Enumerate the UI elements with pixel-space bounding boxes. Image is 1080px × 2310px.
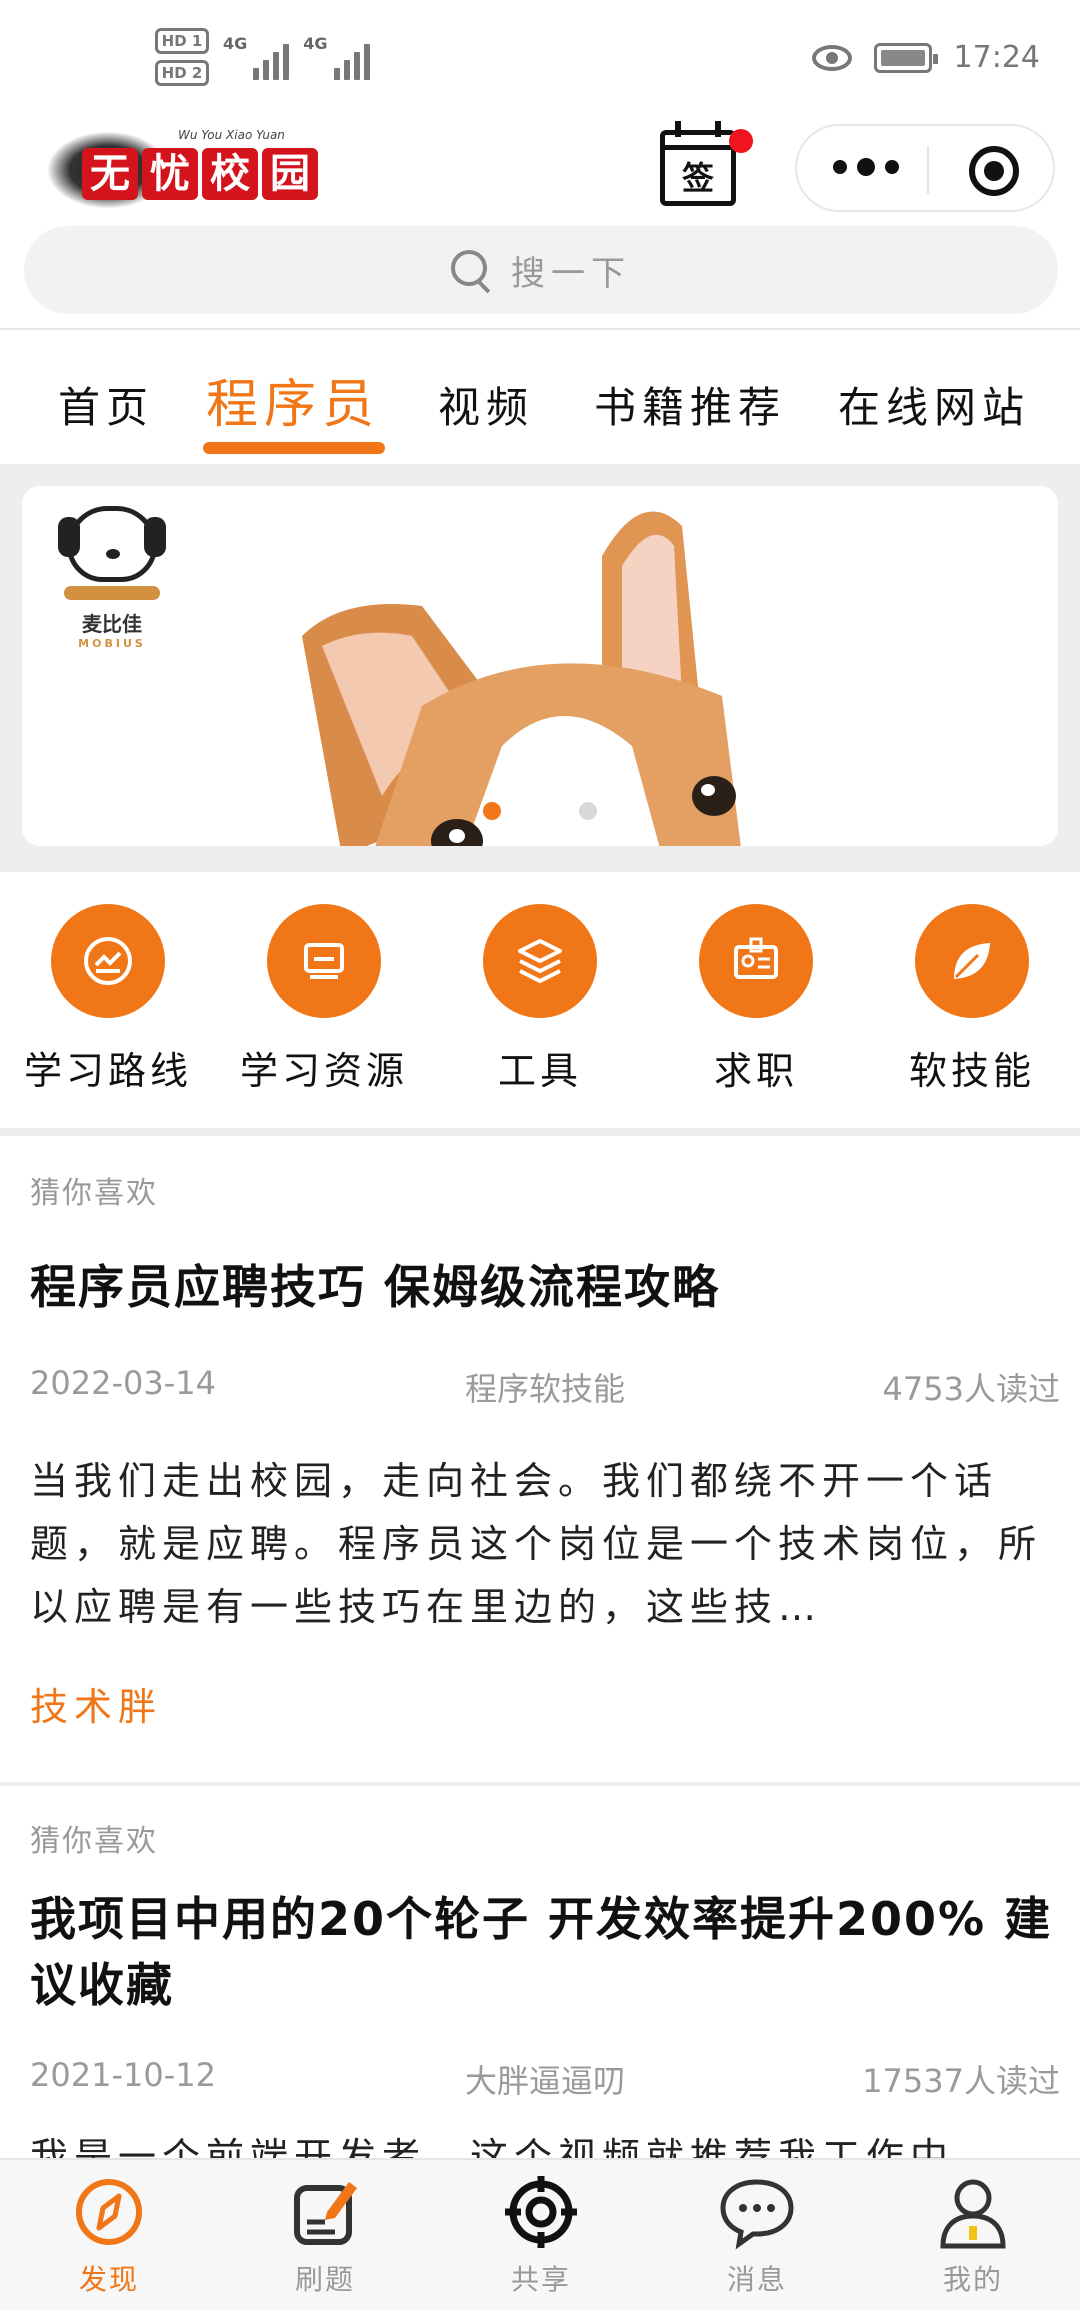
signal-icon: 4G <box>223 34 290 80</box>
eye-icon <box>811 44 852 71</box>
category-label: 软技能 <box>908 1049 1035 1093</box>
article-tag: 猜你喜欢 <box>30 1176 158 1211</box>
network-type-label: 4G <box>303 34 328 53</box>
category-resources[interactable]: 学习资源 <box>224 904 424 1095</box>
nav-practice[interactable]: 刷题 <box>250 2172 400 2298</box>
banner-section: 麦比佳 MOBIUS <box>0 464 1080 872</box>
chat-bubble-icon <box>717 2172 797 2252</box>
network-type-label: 4G <box>223 34 248 53</box>
carousel-indicators <box>22 802 1058 820</box>
carousel-dot[interactable] <box>579 802 597 820</box>
banner-carousel[interactable]: 麦比佳 MOBIUS <box>22 486 1058 846</box>
tab-video[interactable]: 视频 <box>438 374 534 435</box>
section-divider <box>0 1128 1080 1136</box>
sign-in-button[interactable]: 签 <box>660 121 753 206</box>
notification-dot <box>729 129 753 153</box>
bottom-navigation: 发现 刷题 共享 消息 我的 <box>0 2158 1080 2310</box>
target-share-icon <box>501 2172 581 2252</box>
logo-char: 忧 <box>142 148 198 200</box>
hd-indicators: HD 1 HD 2 <box>155 28 209 86</box>
leaf-icon <box>915 904 1029 1018</box>
category-label: 学习资源 <box>239 1049 408 1093</box>
category-label: 工具 <box>497 1049 582 1093</box>
article-tag: 猜你喜欢 <box>30 1824 158 1859</box>
article-card[interactable]: 猜你喜欢 程序员应聘技巧 保姆级流程攻略 2022-03-14 程序软技能 47… <box>0 1136 1080 1782</box>
dog-logo-icon <box>58 506 166 582</box>
layers-icon <box>483 904 597 1018</box>
article-title[interactable]: 程序员应聘技巧 保姆级流程攻略 <box>30 1254 1070 1320</box>
brand-logo: 麦比佳 MOBIUS <box>52 506 172 650</box>
category-label: 求职 <box>713 1049 798 1093</box>
article-title[interactable]: 我项目中用的20个轮子 开发效率提升200% 建议收藏 <box>30 1886 1070 2018</box>
monitor-icon <box>267 904 381 1018</box>
logo-char: 园 <box>262 148 318 200</box>
edit-note-icon <box>285 2172 365 2252</box>
nav-label: 共享 <box>510 2263 571 2296</box>
tab-books[interactable]: 书籍推荐 <box>594 374 786 435</box>
article-card[interactable]: 猜你喜欢 我项目中用的20个轮子 开发效率提升200% 建议收藏 2021-10… <box>0 1786 1080 2158</box>
tab-programmer[interactable]: 程序员 <box>206 362 380 437</box>
article-read-count: 17537人读过 <box>862 2062 1060 2100</box>
nav-label: 发现 <box>78 2263 139 2296</box>
status-right: 17:24 <box>811 40 1040 75</box>
chart-line-icon <box>51 904 165 1018</box>
article-read-count: 4753人读过 <box>882 1370 1060 1408</box>
id-badge-icon <box>699 904 813 1018</box>
category-soft-skills[interactable]: 软技能 <box>872 904 1072 1095</box>
clock: 17:24 <box>953 40 1040 75</box>
active-tab-indicator <box>203 442 385 454</box>
nav-discover[interactable]: 发现 <box>34 2172 184 2298</box>
bone-icon <box>64 586 160 600</box>
app-logo: Wu You Xiao Yuan 无忧校园 <box>48 124 328 214</box>
category-label: 学习路线 <box>23 1049 192 1093</box>
logo-text: 无忧校园 <box>82 148 318 200</box>
hd2-badge: HD 2 <box>155 60 209 86</box>
logo-char: 无 <box>82 148 138 200</box>
nav-label: 消息 <box>726 2263 787 2296</box>
category-learning-path[interactable]: 学习路线 <box>8 904 208 1095</box>
network-indicators: HD 1 HD 2 4G 4G <box>155 28 370 86</box>
divider <box>0 328 1080 330</box>
user-icon <box>933 2172 1013 2252</box>
battery-charging-icon <box>873 42 938 73</box>
compass-icon <box>69 2172 149 2252</box>
signal-icon: 4G <box>303 34 370 80</box>
article-summary: 我是一个前端开发者，这个视频就推荐我工作中 <box>30 2135 955 2158</box>
brand-sub: MOBIUS <box>78 637 146 650</box>
nav-share[interactable]: 共享 <box>466 2172 616 2298</box>
miniprogram-capsule <box>795 124 1055 212</box>
brand-name: 麦比佳 <box>82 612 142 636</box>
more-icon[interactable] <box>833 158 899 176</box>
nav-label: 我的 <box>942 2263 1003 2296</box>
category-tabs: 首页 程序员 视频 书籍推荐 在线网站 <box>0 332 1080 462</box>
search-placeholder: 搜一下 <box>511 253 631 294</box>
logo-subtitle: Wu You Xiao Yuan <box>178 128 285 142</box>
tab-home[interactable]: 首页 <box>58 374 154 435</box>
capsule-divider <box>927 146 929 194</box>
hd1-badge: HD 1 <box>155 28 209 54</box>
carousel-dot[interactable] <box>483 802 501 820</box>
app-header: Wu You Xiao Yuan 无忧校园 签 <box>0 120 1080 220</box>
tab-websites[interactable]: 在线网站 <box>838 374 1030 435</box>
corgi-image <box>302 511 741 846</box>
sign-in-label: 签 <box>681 159 714 197</box>
status-bar: HD 1 HD 2 4G 4G 17:24 <box>0 0 1080 120</box>
logo-char: 校 <box>202 148 258 200</box>
close-target-icon[interactable] <box>969 146 1019 196</box>
search-icon <box>451 250 491 290</box>
nav-label: 刷题 <box>294 2263 355 2296</box>
quick-categories: 学习路线 学习资源 工具 求职 软技能 <box>0 880 1080 1130</box>
nav-messages[interactable]: 消息 <box>682 2172 832 2298</box>
category-jobs[interactable]: 求职 <box>656 904 856 1095</box>
nav-profile[interactable]: 我的 <box>898 2172 1048 2298</box>
article-summary: 当我们走出校园，走向社会。我们都绕不开一个话题，就是应聘。程序员这个岗位是一个技… <box>30 1459 1043 1629</box>
search-bar[interactable]: 搜一下 <box>24 226 1058 314</box>
category-tools[interactable]: 工具 <box>440 904 640 1095</box>
article-author[interactable]: 技术胖 <box>30 1676 162 1731</box>
